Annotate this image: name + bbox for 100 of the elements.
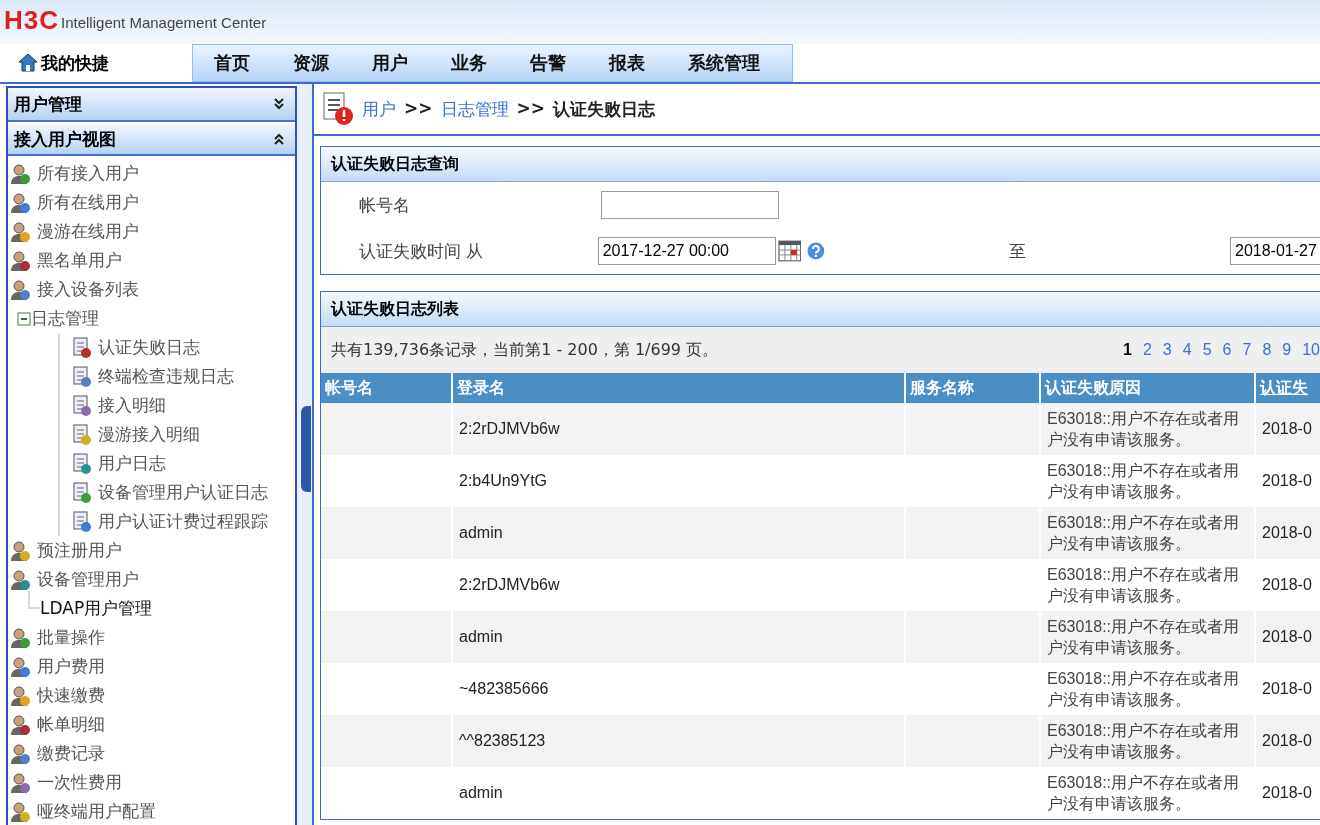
calendar-icon[interactable] [777, 240, 802, 262]
field-label: 帐号名 [358, 193, 411, 217]
column-header[interactable]: 认证失 [1256, 373, 1320, 403]
column-header: 认证失败原因 [1041, 373, 1254, 403]
sidebar-item[interactable]: 用户认证计费过程跟踪 [60, 507, 295, 536]
sidebar-item[interactable]: 黑名单用户 [8, 246, 295, 275]
nav-tab[interactable]: 告警 [515, 45, 581, 81]
page-link[interactable]: 10 [1302, 341, 1320, 359]
sidebar-item[interactable]: 一次性费用 [8, 768, 295, 797]
user-item-icon [9, 568, 31, 591]
sidebar-item[interactable]: 帐单明细 [8, 710, 295, 739]
logo: H3C [4, 8, 59, 32]
tree-line [28, 591, 40, 609]
breadcrumb-text: >> [516, 97, 545, 120]
section-title: 接入用户视图 [14, 127, 116, 151]
breadcrumb-link[interactable]: 日志管理 [440, 97, 509, 121]
column-header: 服务名称 [906, 373, 1039, 403]
page-link[interactable]: 9 [1282, 341, 1292, 359]
nav-tab[interactable]: 首页 [199, 45, 265, 81]
user-item-icon [9, 713, 31, 736]
sidebar-item[interactable]: 所有接入用户 [8, 159, 295, 188]
breadcrumb-text: 认证失败日志 [553, 97, 655, 121]
breadcrumb-link[interactable]: 用户 [362, 97, 396, 121]
document-icon [72, 510, 92, 533]
panel-title: 认证失败日志列表 [321, 292, 1320, 327]
user-item-icon [9, 742, 31, 765]
user-item-icon [9, 162, 31, 185]
table-cell: E63018::用户不存在或者用户没有申请该服务。 [1041, 611, 1254, 663]
user-item-icon [9, 771, 31, 794]
sidebar-item[interactable]: 批量操作 [8, 623, 295, 652]
column-header: 帐号名 [321, 373, 451, 403]
field-label: 至 [1009, 239, 1028, 263]
sidebar-item[interactable]: 认证失败日志 [60, 333, 295, 362]
field-label: 认证失败时间 从 [358, 239, 485, 263]
section-title: 用户管理 [14, 92, 82, 116]
sidebar-item[interactable]: 缴费记录 [8, 739, 295, 768]
user-item-icon [9, 800, 31, 823]
nav-tab[interactable]: 业务 [436, 45, 502, 81]
sidebar-item[interactable]: 漫游接入明细 [60, 420, 295, 449]
user-item-icon [9, 655, 31, 678]
chevron-icon[interactable] [273, 133, 285, 145]
user-item-icon [9, 626, 31, 649]
page-link[interactable]: 5 [1202, 341, 1212, 359]
sidebar-item[interactable]: 设备管理用户 [8, 565, 295, 594]
page-link[interactable]: 6 [1222, 341, 1232, 359]
sidebar-item[interactable]: 所有在线用户 [8, 188, 295, 217]
user-item-icon [9, 278, 31, 301]
table-cell: ^^82385123 [453, 715, 904, 767]
record-summary: 共有139,736条记录，当前第1 - 200，第 1/699 页。 [331, 339, 719, 361]
nav-tab[interactable]: 资源 [278, 45, 344, 81]
page-link[interactable]: 3 [1162, 341, 1172, 359]
nav-tab[interactable]: 用户 [357, 45, 423, 81]
column-header: 登录名 [453, 373, 904, 403]
chevron-icon[interactable] [273, 98, 285, 110]
sidebar-item[interactable]: 预注册用户 [8, 536, 295, 565]
page-link[interactable]: 2 [1142, 341, 1152, 359]
user-item-icon [9, 191, 31, 214]
user-item-icon [9, 220, 31, 243]
nav-tab[interactable]: 系统管理 [673, 45, 775, 81]
user-item-icon [9, 684, 31, 707]
page-link[interactable]: 4 [1182, 341, 1192, 359]
table-cell: 2018-0 [1256, 507, 1320, 559]
table-cell: admin [453, 611, 904, 663]
table-cell: 2018-0 [1256, 403, 1320, 455]
section-header[interactable]: 用户管理 [8, 88, 295, 122]
sidebar-item[interactable]: 接入设备列表 [8, 275, 295, 304]
document-icon [72, 423, 92, 446]
page-link[interactable]: 8 [1262, 341, 1272, 359]
date-field[interactable]: 2017-12-27 00:00 [597, 237, 776, 265]
user-item-icon [9, 539, 31, 562]
collapse-handle[interactable] [301, 406, 311, 492]
sidebar-item[interactable]: 快速缴费 [8, 681, 295, 710]
table-cell: E63018::用户不存在或者用户没有申请该服务。 [1041, 507, 1254, 559]
table-cell: E63018::用户不存在或者用户没有申请该服务。 [1041, 715, 1254, 767]
sidebar-item[interactable]: 漫游在线用户 [8, 217, 295, 246]
page-link[interactable]: 7 [1242, 341, 1252, 359]
sidebar-item[interactable]: 设备管理用户认证日志 [60, 478, 295, 507]
home-icon [18, 53, 38, 73]
log-error-icon [322, 91, 356, 127]
help-icon[interactable] [807, 242, 826, 260]
sidebar-item[interactable]: LDAP用户管理 [40, 597, 153, 620]
sidebar-item[interactable]: 用户费用 [8, 652, 295, 681]
nav-tab[interactable]: 报表 [594, 45, 660, 81]
sidebar-item[interactable]: 日志管理 [8, 304, 295, 333]
document-icon [72, 365, 92, 388]
sidebar-item[interactable]: 接入明细 [60, 391, 295, 420]
collapse-toggle-icon[interactable] [17, 311, 31, 326]
sidebar-item[interactable]: 终端检查违规日志 [60, 362, 295, 391]
table-cell: 2018-0 [1256, 611, 1320, 663]
breadcrumb-text: >> [404, 97, 433, 120]
shortcut-link[interactable]: 我的快捷 [0, 44, 192, 82]
table-cell: 2:2rDJMVb6w [453, 403, 904, 455]
sidebar-item[interactable]: 哑终端用户配置 [8, 797, 295, 825]
sidebar-item[interactable]: 用户日志 [60, 449, 295, 478]
table-cell: admin [453, 507, 904, 559]
date-field[interactable]: 2018-01-27 [1230, 237, 1320, 265]
section-header[interactable]: 接入用户视图 [8, 122, 295, 156]
account-field[interactable] [601, 191, 779, 219]
page-link[interactable]: 1 [1123, 341, 1132, 359]
document-icon [72, 452, 92, 475]
